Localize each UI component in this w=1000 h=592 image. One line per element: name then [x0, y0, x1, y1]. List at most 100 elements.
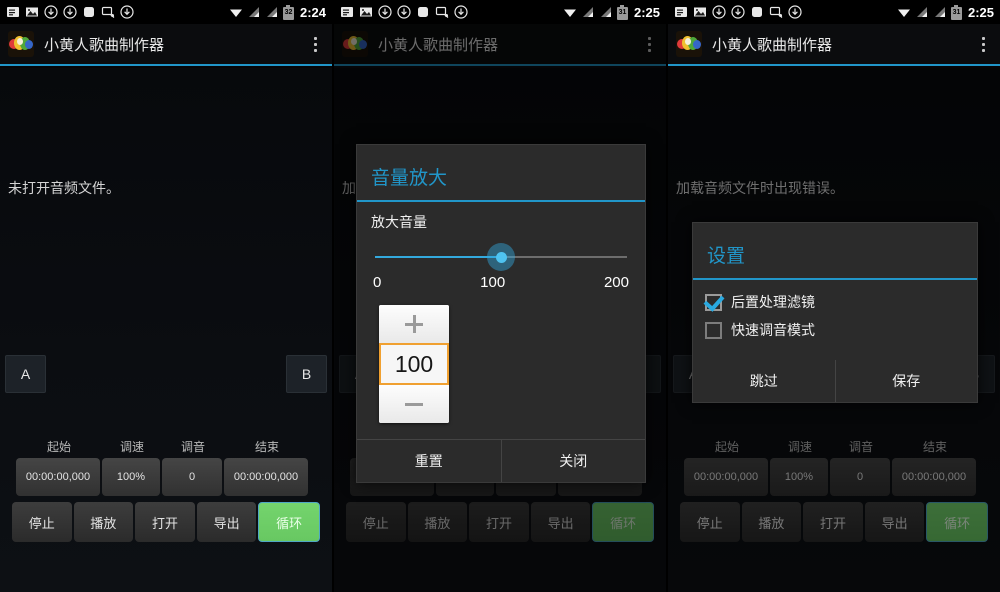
app-logo-icon [342, 31, 368, 57]
amplify-slider[interactable] [375, 243, 627, 271]
battery-level-text: 31 [952, 8, 961, 16]
label-end: 结束 [254, 440, 279, 454]
overflow-menu-icon[interactable] [974, 31, 992, 57]
marker-a-button[interactable]: A [5, 355, 46, 393]
battery-icon: 32 [282, 4, 294, 20]
export-button[interactable]: 导出 [864, 502, 925, 542]
slider-tick-labels: 0 100 200 [373, 274, 629, 291]
status-bar-system-icons-2: 31 2:25 [563, 4, 660, 20]
marker-b-button[interactable]: B [286, 355, 327, 393]
save-button[interactable]: 保存 [834, 360, 978, 402]
stepper-value[interactable]: 100 [379, 343, 449, 385]
phone-screen-3: 31 2:25 小黄人歌曲制作器 加载音频文件时出现错误。 A B 起始 [668, 0, 1000, 592]
slider-tick-mid: 100 [480, 274, 506, 291]
stop-button[interactable]: 停止 [346, 502, 406, 542]
waveform-canvas-1[interactable]: 未打开音频文件。 A B 起始 调速 调音 结束 00:00:00,000 10… [0, 68, 332, 592]
settings-option-row[interactable]: 快速调音模式 [705, 320, 965, 340]
app-bar-3: 小黄人歌曲制作器 [668, 24, 1000, 66]
settings-dialog: 设置 后置处理滤镜 快速调音模式 跳过 保存 [692, 222, 978, 403]
screenshot-triptych: 32 2:24 小黄人歌曲制作器 未打开音频文件。 A B 起始 调速 调音 结… [0, 0, 1000, 592]
stop-button[interactable]: 停止 [12, 502, 72, 542]
status-bar-notification-icons-1 [6, 5, 134, 19]
transport-controls-1: 起始 调速 调音 结束 00:00:00,000 100% 0 00:00:00… [0, 438, 332, 542]
stepper-decrease-button[interactable] [379, 385, 449, 423]
status-bar-notification-icons-2 [340, 5, 468, 19]
label-end: 结束 [922, 440, 947, 454]
label-pitch: 调音 [848, 440, 873, 454]
slider-tick-max: 200 [603, 274, 629, 291]
clock-text: 2:24 [299, 4, 326, 20]
status-bar-3: 31 2:25 [668, 0, 1000, 24]
wifi-icon [563, 9, 576, 17]
settings-option-row[interactable]: 后置处理滤镜 [705, 292, 965, 312]
battery-level-text: 31 [618, 8, 627, 16]
transport-buttons: 停止 播放 打开 导出 循环 [668, 502, 1000, 542]
image-icon [360, 7, 372, 17]
close-button[interactable]: 关闭 [500, 440, 646, 482]
dialog-body: 后置处理滤镜 快速调音模式 [693, 280, 977, 352]
screencast-off-icon [101, 6, 115, 18]
overflow-menu-icon[interactable] [640, 31, 658, 57]
skip-button[interactable]: 跳过 [693, 360, 835, 402]
download-icon [120, 5, 134, 19]
control-fields: 00:00:00,000 100% 0 00:00:00,000 [668, 458, 1000, 496]
field-pitch[interactable]: 0 [830, 458, 890, 496]
app-bar-1: 小黄人歌曲制作器 [0, 24, 332, 66]
loop-button[interactable]: 循环 [258, 502, 320, 542]
signal-bars-icon [582, 7, 593, 17]
image-icon [26, 7, 38, 17]
checkbox-checked-icon[interactable] [705, 293, 722, 311]
slider-fill [375, 256, 501, 258]
signal-bars-icon [266, 7, 277, 17]
clock-text: 2:25 [967, 4, 994, 20]
label-start: 起始 [46, 440, 71, 454]
play-button[interactable]: 播放 [73, 502, 134, 542]
field-pitch[interactable]: 0 [162, 458, 222, 496]
download-icon [378, 5, 392, 19]
export-button[interactable]: 导出 [196, 502, 257, 542]
app-title-text: 小黄人歌曲制作器 [378, 36, 499, 54]
app-title-text: 小黄人歌曲制作器 [44, 36, 165, 54]
play-button[interactable]: 播放 [407, 502, 468, 542]
status-bar-system-icons-3: 31 2:25 [897, 4, 994, 20]
field-end[interactable]: 00:00:00,000 [892, 458, 976, 496]
battery-icon: 31 [950, 4, 962, 20]
checkbox-unchecked-icon[interactable] [705, 321, 722, 339]
open-button[interactable]: 打开 [469, 502, 529, 542]
dialog-title: 音量放大 [357, 145, 645, 202]
settings-option-label: 后置处理滤镜 [731, 294, 815, 310]
app-title-text: 小黄人歌曲制作器 [712, 36, 833, 54]
volume-stepper[interactable]: 100 [379, 305, 449, 423]
volume-amplify-dialog: 音量放大 放大音量 0 100 200 100 重置 关闭 [356, 144, 646, 483]
download-icon [731, 5, 745, 19]
play-button[interactable]: 播放 [741, 502, 802, 542]
phone-screen-1: 32 2:24 小黄人歌曲制作器 未打开音频文件。 A B 起始 调速 调音 结… [0, 0, 332, 592]
label-tempo: 调速 [119, 440, 144, 454]
dialog-body: 放大音量 0 100 200 100 [357, 202, 645, 431]
stop-button[interactable]: 停止 [680, 502, 740, 542]
open-button[interactable]: 打开 [135, 502, 195, 542]
field-start[interactable]: 00:00:00,000 [16, 458, 100, 496]
field-end[interactable]: 00:00:00,000 [224, 458, 308, 496]
signal-bars-icon [248, 7, 259, 17]
app-logo-icon [676, 31, 702, 57]
stepper-increase-button[interactable] [379, 305, 449, 343]
field-tempo[interactable]: 100% [770, 458, 828, 496]
loop-button[interactable]: 循环 [592, 502, 654, 542]
export-button[interactable]: 导出 [530, 502, 591, 542]
dialog-title: 设置 [693, 223, 977, 280]
phone-screen-2: 31 2:25 小黄人歌曲制作器 加载音频文件时出现错误。 A B 起始 [334, 0, 666, 592]
control-labels: 起始 调速 调音 结束 [668, 438, 1000, 455]
slider-thumb[interactable] [487, 243, 515, 271]
transport-buttons: 停止 播放 打开 导出 循环 [0, 502, 332, 542]
download-icon [788, 5, 802, 19]
overflow-menu-icon[interactable] [306, 31, 324, 57]
settings-option-label: 快速调音模式 [731, 322, 815, 338]
loop-button[interactable]: 循环 [926, 502, 988, 542]
open-button[interactable]: 打开 [803, 502, 863, 542]
dialog-actions: 跳过 保存 [693, 360, 977, 402]
field-start[interactable]: 00:00:00,000 [684, 458, 768, 496]
reset-button[interactable]: 重置 [357, 440, 501, 482]
download-icon [712, 5, 726, 19]
field-tempo[interactable]: 100% [102, 458, 160, 496]
